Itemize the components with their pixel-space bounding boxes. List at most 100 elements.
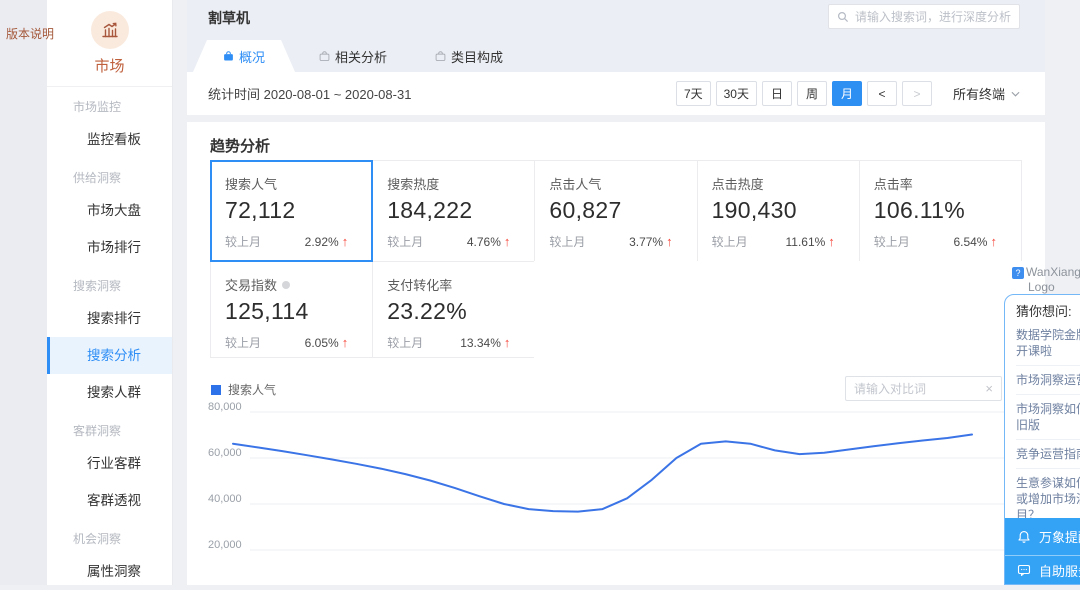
vs-label: 较上月	[387, 233, 423, 250]
metric-value: 190,430	[712, 196, 845, 224]
metric-value: 60,827	[549, 196, 682, 224]
briefcase-icon	[223, 51, 234, 62]
svg-text:40,000: 40,000	[208, 493, 242, 505]
sidebar-item-search-crowd[interactable]: 搜索人群	[47, 374, 172, 411]
chart-legend[interactable]: 搜索人气	[211, 381, 276, 398]
sidebar-item-crowd-perspective[interactable]: 客群透视	[47, 482, 172, 519]
range-30d-button[interactable]: 30天	[716, 81, 757, 106]
metric-value: 23.22%	[387, 297, 520, 325]
sidebar-item-attribute-insight[interactable]: 属性洞察	[47, 553, 172, 590]
menu-group-supply-insight: 供给洞察	[47, 158, 172, 192]
range-prev-button[interactable]: <	[867, 81, 897, 106]
metric-card-click-popularity[interactable]: 点击人气 60,827 较上月3.77%↑	[534, 160, 697, 262]
delta-value: 6.54%	[953, 235, 987, 249]
metric-value: 125,114	[225, 297, 358, 325]
assistant-question[interactable]: 生意参谋如何修 或增加市场洞察 目？	[1016, 469, 1080, 518]
delta-value: 4.76%	[467, 235, 501, 249]
metric-value: 106.11%	[874, 196, 1007, 224]
topbar: 割草机 请输入搜索词，进行深度分析 概况 相关分析	[187, 0, 1045, 72]
range-month-button[interactable]: 月	[832, 81, 862, 106]
svg-text:80,000: 80,000	[208, 401, 242, 413]
metric-card-pay-conversion[interactable]: 支付转化率 23.22% 较上月13.34%↑	[372, 261, 535, 358]
metric-card-transaction-index[interactable]: 交易指数 125,114 较上月6.05%↑	[210, 261, 373, 358]
search-input[interactable]: 请输入搜索词，进行深度分析	[828, 4, 1020, 29]
metric-label: 交易指数	[225, 275, 277, 294]
terminal-filter-label: 所有终端	[953, 84, 1005, 103]
logo-alt-line1: WanXiang	[1026, 265, 1080, 280]
metric-card-click-rate[interactable]: 点击率 106.11% 较上月6.54%↑	[859, 160, 1022, 262]
metric-card-search-popularity[interactable]: 搜索人气 72,112 较上月2.92%↑	[210, 160, 373, 262]
sidebar-item-industry-crowd[interactable]: 行业客群	[47, 445, 172, 482]
tab-overview[interactable]: 概况	[193, 40, 295, 72]
trend-analysis-card: 趋势分析 搜索人气 72,112 较上月2.92%↑ 搜索热度 184,222 …	[187, 122, 1045, 585]
assistant-questions: 猜你想问: 数据学院金牌讲 开课啦 市场洞察运营攻 市场洞察如何返 旧版 竞争运…	[1005, 295, 1080, 518]
sidebar-item-market-rank[interactable]: 市场排行	[47, 229, 172, 266]
tab-category-composition[interactable]: 类目构成	[411, 40, 527, 72]
sidebar-item-market-overview[interactable]: 市场大盘	[47, 192, 172, 229]
vs-label: 较上月	[874, 233, 910, 250]
stats-row: 统计时间 2020-08-01 ~ 2020-08-31 7天 30天 日 周 …	[187, 72, 1045, 115]
tab-overview-label: 概况	[239, 47, 265, 66]
keyword-title: 割草机	[208, 8, 250, 28]
self-service-button[interactable]: 自助服务	[1005, 555, 1080, 584]
assistant-question[interactable]: 数据学院金牌讲 开课啦	[1016, 321, 1080, 366]
range-week-button[interactable]: 周	[797, 81, 827, 106]
legend-swatch-icon	[211, 385, 221, 395]
range-day-button[interactable]: 日	[762, 81, 792, 106]
sidebar-item-monitor-board[interactable]: 监控看板	[47, 121, 172, 158]
metrics-grid: 搜索人气 72,112 较上月2.92%↑ 搜索热度 184,222 较上月4.…	[210, 160, 1022, 358]
sidebar-item-search-rank[interactable]: 搜索排行	[47, 300, 172, 337]
chat-icon	[1017, 563, 1031, 577]
compare-word-input[interactable]: 请输入对比词 ×	[845, 376, 1002, 401]
delta-value: 2.92%	[305, 235, 339, 249]
delta-value: 13.34%	[460, 336, 501, 350]
question-line: 生意参谋如何修	[1016, 475, 1080, 491]
question-line: 目？	[1016, 507, 1080, 518]
version-note-link[interactable]: 版本说明	[6, 25, 54, 42]
metric-label: 点击热度	[712, 174, 845, 193]
delta-value: 11.61%	[785, 235, 825, 249]
range-7d-button[interactable]: 7天	[676, 81, 711, 106]
up-arrow-icon: ↑	[342, 234, 349, 249]
assistant-question[interactable]: 市场洞察运营攻	[1016, 366, 1080, 395]
up-arrow-icon: ↑	[990, 234, 997, 249]
sidebar-item-search-analysis[interactable]: 搜索分析	[47, 337, 172, 374]
tab-bar: 概况 相关分析 类目构成	[193, 40, 527, 72]
metric-label: 搜索人气	[225, 174, 358, 193]
tab-related-label: 相关分析	[335, 47, 387, 66]
vs-label: 较上月	[225, 334, 261, 351]
vs-label: 较上月	[225, 233, 261, 250]
broken-image-icon: ?	[1012, 267, 1024, 279]
question-line: 数据学院金牌讲	[1016, 327, 1080, 343]
app-logo[interactable]: 市场	[47, 0, 172, 87]
vs-label: 较上月	[712, 233, 748, 250]
svg-text:20,000: 20,000	[208, 539, 242, 551]
legend-label: 搜索人气	[228, 381, 276, 398]
metric-label: 搜索热度	[387, 174, 520, 193]
question-line: 竞争运营指南	[1016, 446, 1080, 462]
question-line: 市场洞察运营攻	[1016, 372, 1080, 388]
question-line: 开课啦	[1016, 343, 1080, 359]
clear-icon[interactable]: ×	[985, 381, 993, 396]
up-arrow-icon: ↑	[504, 234, 511, 249]
metric-card-search-heat[interactable]: 搜索热度 184,222 较上月4.76%↑	[372, 160, 535, 262]
tab-related-analysis[interactable]: 相关分析	[295, 40, 411, 72]
assistant-panel-title: 猜你想问:	[1016, 303, 1080, 321]
svg-text:60,000: 60,000	[208, 447, 242, 459]
assistant-question[interactable]: 竞争运营指南	[1016, 440, 1080, 469]
metric-card-click-heat[interactable]: 点击热度 190,430 较上月11.61%↑	[697, 160, 860, 262]
metrics-empty-cell	[534, 261, 1022, 358]
range-next-button[interactable]: >	[902, 81, 932, 106]
menu-group-customer-insight: 客群洞察	[47, 411, 172, 445]
briefcase-icon	[319, 51, 330, 62]
sidebar-menu: 市场监控 监控看板 供给洞察 市场大盘 市场排行 搜索洞察 搜索排行 搜索分析 …	[47, 87, 172, 590]
question-line: 旧版	[1016, 417, 1080, 433]
metric-label: 点击人气	[549, 174, 682, 193]
up-arrow-icon: ↑	[504, 335, 511, 350]
market-logo-icon	[91, 11, 129, 49]
terminal-filter-dropdown[interactable]: 所有终端	[953, 84, 1020, 103]
menu-group-market-monitor: 市场监控	[47, 87, 172, 121]
assistant-question[interactable]: 市场洞察如何返 旧版	[1016, 395, 1080, 440]
wanxiang-reminder-button[interactable]: 万象提醒	[1005, 518, 1080, 555]
search-icon	[837, 11, 849, 23]
